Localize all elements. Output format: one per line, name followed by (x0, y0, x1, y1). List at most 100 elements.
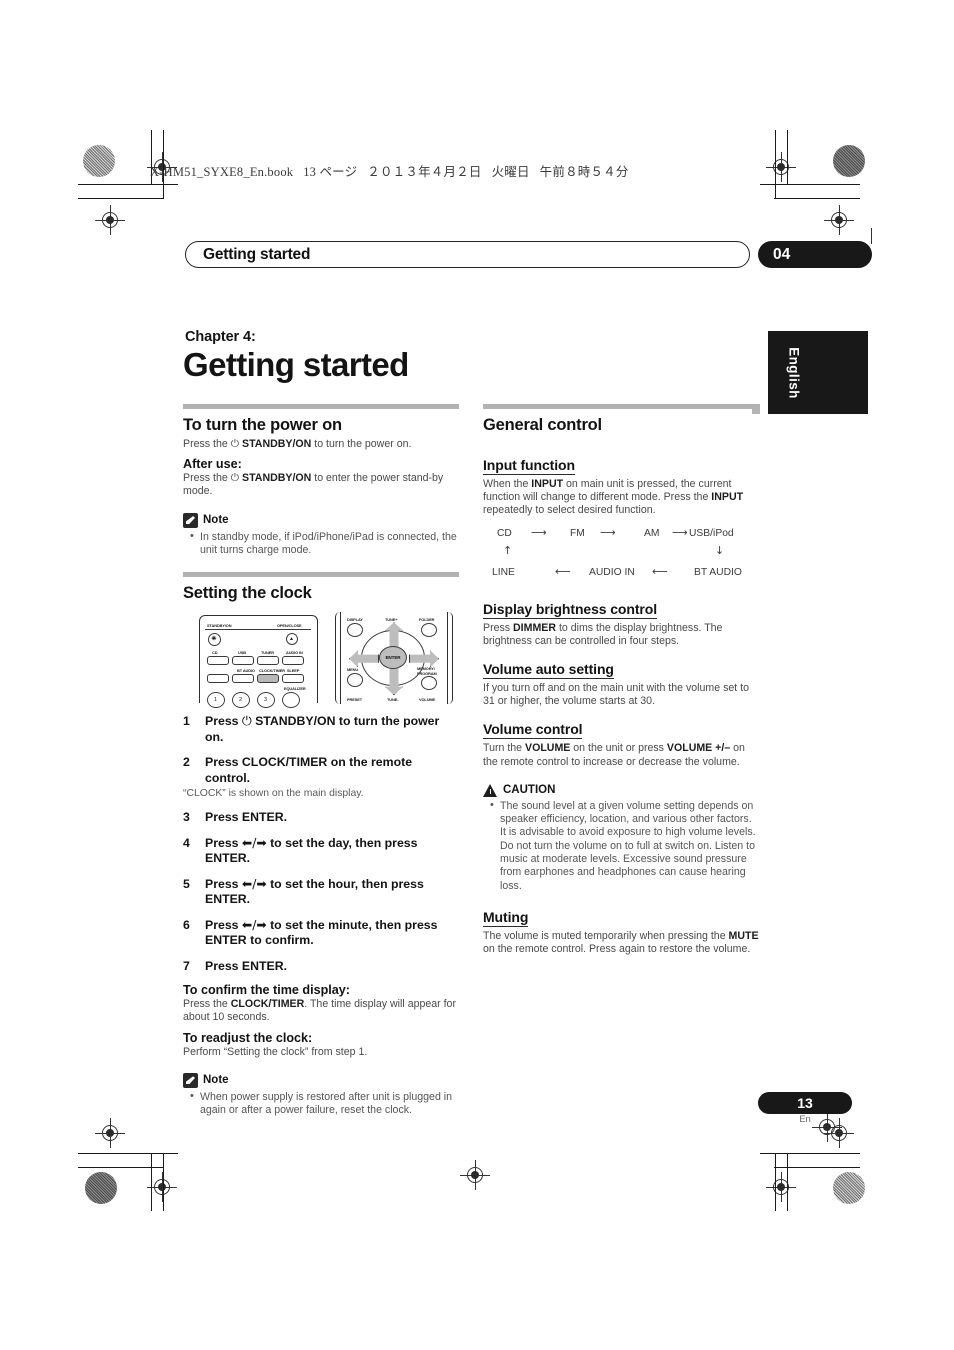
note-list-power: In standby mode, if iPod/iPhone/iPad is … (183, 530, 459, 558)
vol-p2: on the unit or press (570, 742, 667, 755)
remote-clock-timer-button[interactable] (257, 674, 279, 684)
mute-b1: MUTE (728, 929, 759, 942)
step-6-text: Press ⬅/➡ to set the minute, then press … (205, 918, 459, 949)
confirm-pre: Press the (183, 998, 231, 1011)
section-rule-general-control (483, 404, 759, 409)
volume-auto-text: If you turn off and on the main unit wit… (483, 682, 749, 708)
remote-label-open-close: OPEN/CLOSE (277, 623, 302, 629)
page-language-code: En (799, 1114, 811, 1125)
section-rule-clock (183, 572, 459, 578)
step-3: 3 Press ENTER. (183, 810, 459, 826)
remote-eject-icon: ▲ (289, 636, 294, 643)
remote-menu-button[interactable] (347, 673, 363, 688)
caution-block-volume: CAUTION The sound level at a given volum… (483, 783, 759, 893)
step-3-text: Press ENTER. (205, 810, 288, 825)
flow-arrow-fm-am: ⟶ (600, 525, 616, 539)
remote-label-clock-timer: CLOCK/TIMER (259, 668, 285, 674)
note-pencil-icon-2 (183, 1072, 198, 1088)
remote-memory-program-button[interactable] (421, 676, 437, 691)
remote-label-memory-program: MEMORY/ PROGRAM (417, 666, 437, 676)
power-intro-bold: STANDBY/ON (242, 438, 312, 450)
left-column: To turn the power on Press the ⏻ STANDBY… (183, 404, 459, 1118)
list-item: In standby mode, if iPod/iPhone/iPad is … (190, 530, 459, 558)
flow-node-bt-audio: BT AUDIO (694, 566, 742, 578)
standby-power-icon-step1: ⏻ (241, 714, 252, 729)
remote-label-folder: FOLDER (419, 617, 435, 623)
remote-audio-in-button[interactable] (282, 656, 304, 666)
vol-b1: VOLUME (525, 742, 571, 755)
remote-control-illustration: STANDBY/ON OPEN/CLOSE ▲ ⎈ CD USB TUNER A… (183, 612, 459, 709)
remote-display-button[interactable] (347, 623, 363, 638)
remote-sleep-button[interactable] (282, 674, 304, 684)
remote-equalizer-button[interactable] (282, 692, 300, 709)
language-side-tab: English (768, 331, 868, 414)
step-5-pre: Press (205, 876, 242, 891)
remote-key-3-label: 3 (264, 697, 267, 704)
list-item: When power supply is restored after unit… (190, 1090, 459, 1118)
step-4-text: Press ⬅/➡ to set the day, then press ENT… (205, 836, 459, 867)
remote-label-preset: PRESET (347, 697, 362, 703)
after-use-bold: STANDBY/ON (242, 472, 312, 485)
remote-key-1-label: 1 (214, 697, 217, 704)
after-use-prefix: Press the (183, 472, 231, 485)
heading-volume-auto-setting: Volume auto setting (483, 661, 614, 680)
heading-volume-control: Volume control (483, 721, 583, 740)
display-brightness-text: Press DIMMER to dims the display brightn… (483, 622, 759, 648)
left-right-arrow-icon-4: ⬅/➡ (241, 835, 267, 850)
step-2-pre: Press CLOCK/TIMER on the remote control. (205, 755, 413, 785)
left-right-arrow-icon-6: ⬅/➡ (241, 917, 267, 932)
note-title-power: Note (203, 514, 229, 527)
trim-tick (871, 228, 872, 244)
flow-arrow-usb-bt: ↓ (715, 543, 725, 557)
confirm-bold: CLOCK/TIMER (230, 998, 305, 1011)
heading-input-function: Input function (483, 457, 575, 475)
remote-tuner-button[interactable] (257, 656, 279, 666)
heading-to-turn-power-on: To turn the power on (183, 416, 342, 434)
input-fn-p3: repeatedly to select desired function. (483, 504, 656, 517)
dim-b1: DIMMER (513, 621, 556, 634)
power-intro-suffix: to turn the power on. (311, 438, 412, 450)
step-6-pre: Press (205, 917, 242, 932)
remote-cd-button[interactable] (207, 656, 229, 666)
remote-usb-button[interactable] (232, 656, 254, 666)
vol-b2: VOLUME +/– (666, 742, 731, 755)
readjust-text: Perform “Setting the clock” from step 1. (183, 1045, 368, 1058)
mute-p1: The volume is muted temporarily when pre… (483, 929, 729, 942)
flow-arrow-am-usb: ⟶ (672, 525, 688, 539)
remote-label-bt-audio: BT AUDIO (237, 668, 255, 674)
step-2-text: Press CLOCK/TIMER on the remote control.… (183, 755, 459, 800)
standby-power-icon-2: ⏻ (230, 472, 240, 485)
power-intro-prefix: Press the (183, 438, 231, 450)
remote-folder-button[interactable] (421, 623, 437, 638)
remote-divider-top (205, 629, 311, 630)
flow-node-line: LINE (492, 566, 515, 578)
flow-node-am: AM (644, 527, 660, 539)
flow-node-cd: CD (497, 527, 512, 539)
remote-blank-button[interactable] (232, 674, 254, 684)
remote-label-tune-plus: TUNE+ (385, 617, 398, 623)
step-2-note: “CLOCK” is shown on the main display. (183, 788, 364, 800)
step-7-text: Press ENTER. (205, 958, 288, 973)
step-1-text: Press ⏻ STANDBY/ON to turn the power on. (205, 714, 459, 745)
input-fn-b1: INPUT (531, 478, 564, 490)
remote-label-tune-minus: TUNE- (387, 697, 399, 703)
step-2: 2 Press CLOCK/TIMER on the remote contro… (183, 755, 459, 800)
caution-title: CAUTION (503, 783, 556, 796)
flow-arrow-cd-fm: ⟶ (531, 525, 547, 539)
caution-list: The sound level at a given volume settin… (483, 799, 759, 893)
flow-node-audio-in: AUDIO IN (589, 566, 635, 578)
standby-power-icon: ⏻ (230, 438, 240, 450)
heading-confirm-time-display: To confirm the time display: (183, 983, 351, 998)
section-rule-power (183, 404, 459, 409)
remote-bt-audio-button[interactable] (207, 674, 229, 684)
heading-readjust-clock: To readjust the clock: (183, 1030, 313, 1045)
power-intro-text: Press the ⏻ STANDBY/ON to turn the power… (183, 438, 459, 451)
remote-label-usb: USB (238, 650, 246, 656)
caution-header: CAUTION (483, 783, 759, 797)
after-use-text: Press the ⏻ STANDBY/ON to enter the powe… (183, 472, 459, 498)
remote-label-sleep: SLEEP (287, 668, 300, 674)
remote-label-cd: CD (212, 650, 218, 656)
confirm-time-text: Press the CLOCK/TIMER. The time display … (183, 998, 459, 1024)
remote-label-equalizer: EQUALIZER (284, 686, 306, 692)
note-pencil-icon (183, 512, 198, 528)
